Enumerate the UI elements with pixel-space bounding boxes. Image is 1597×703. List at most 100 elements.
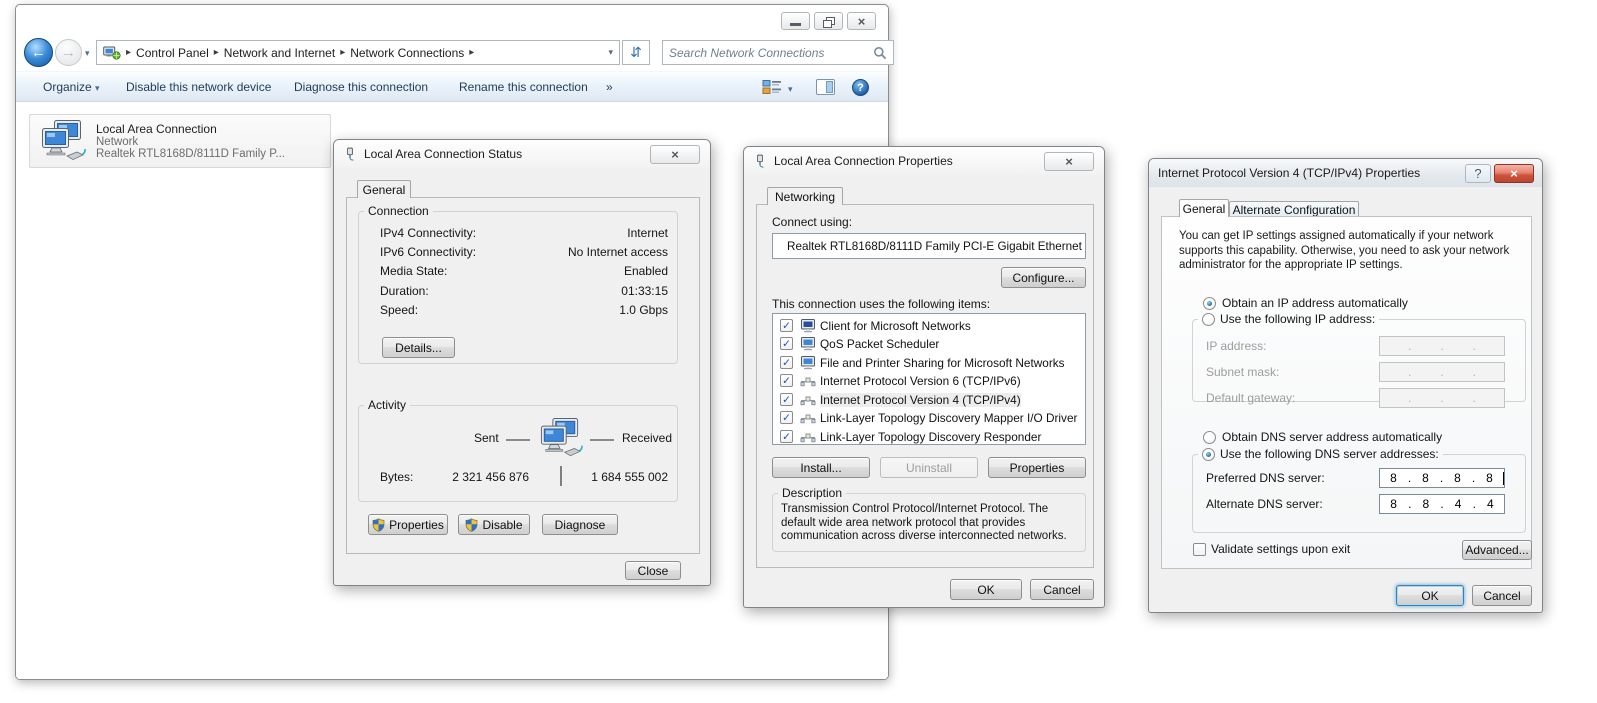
activity-computers-icon [540, 418, 583, 457]
sent-leader-line [506, 439, 530, 441]
properties-button[interactable]: Properties [368, 514, 448, 535]
dialog-close-button[interactable]: × [650, 145, 700, 164]
dialog-title: Local Area Connection Status [364, 147, 523, 161]
forward-button[interactable]: → [55, 39, 82, 66]
organize-button[interactable]: Organize ▾ [43, 80, 100, 94]
refresh-button[interactable]: ⇵ [622, 40, 650, 65]
item-properties-button[interactable]: Properties [988, 457, 1086, 478]
description-group: Description Transmission Control Protoco… [772, 486, 1086, 552]
dialog-close-button[interactable]: × [1044, 152, 1094, 171]
item-checkbox[interactable]: ✓ [780, 356, 793, 369]
network-computers-icon [42, 120, 86, 161]
items-list-label: This connection uses the following items… [772, 297, 991, 311]
breadcrumb-arrow-icon: ▸ [469, 47, 475, 58]
configure-button[interactable]: Configure... [1001, 267, 1086, 288]
preferred-dns-input[interactable]: 8.8.8.8 [1379, 468, 1505, 488]
obtain-dns-radio[interactable] [1203, 431, 1216, 444]
client-icon [801, 319, 815, 333]
validate-checkbox[interactable] [1193, 543, 1206, 556]
views-caret-icon[interactable]: ▾ [788, 84, 793, 95]
item-checkbox[interactable]: ✓ [780, 319, 793, 332]
list-item[interactable]: ✓ Link-Layer Topology Discovery Mapper I… [776, 409, 1082, 427]
install-button[interactable]: Install... [772, 457, 870, 478]
breadcrumb-item-network-and-internet[interactable]: Network and Internet [224, 46, 335, 60]
dialog-title: Local Area Connection Properties [774, 154, 953, 168]
command-diagnose-connection[interactable]: Diagnose this connection [294, 80, 428, 94]
item-checkbox[interactable]: ✓ [780, 374, 793, 387]
status-row-label: IPv4 Connectivity: [380, 226, 477, 240]
minimize-button[interactable] [781, 12, 810, 30]
toolbar-overflow-chevron[interactable]: » [606, 80, 613, 94]
list-item[interactable]: ✓ File and Printer Sharing for Microsoft… [776, 354, 1082, 372]
dialog-help-button[interactable]: ? [1465, 164, 1491, 183]
alternate-dns-label: Alternate DNS server: [1206, 497, 1323, 511]
item-label: Client for Microsoft Networks [820, 319, 971, 333]
tab-general[interactable]: General [1179, 199, 1229, 217]
command-rename-connection[interactable]: Rename this connection [459, 80, 588, 94]
dialog-close-button[interactable]: × [1494, 164, 1534, 183]
status-dialog-titlebar: Local Area Connection Status × [334, 140, 710, 168]
connection-group-label: Connection [368, 204, 429, 218]
search-input[interactable] [669, 45, 869, 60]
list-item[interactable]: ✓ Client for Microsoft Networks [776, 317, 1082, 335]
ok-button[interactable]: OK [1396, 585, 1464, 606]
item-checkbox[interactable]: ✓ [780, 411, 793, 424]
use-dns-radio[interactable] [1202, 448, 1215, 461]
address-bar[interactable]: ▸ Control Panel ▸ Network and Internet ▸… [96, 40, 620, 65]
help-icon: ? [1474, 166, 1482, 181]
history-dropdown[interactable]: ▾ [85, 48, 90, 59]
use-dns-label: Use the following DNS server addresses: [1220, 447, 1439, 461]
ipv4-dialog-titlebar: Internet Protocol Version 4 (TCP/IPv4) P… [1149, 159, 1542, 187]
network-location-icon [103, 46, 121, 60]
breadcrumb-item-control-panel[interactable]: Control Panel [136, 46, 209, 60]
list-item[interactable]: ✓ Link-Layer Topology Discovery Responde… [776, 428, 1082, 446]
views-button-icon[interactable] [762, 79, 782, 95]
alternate-dns-input[interactable]: 8.8.4.4 [1379, 494, 1505, 514]
diagnose-button[interactable]: Diagnose [542, 514, 618, 535]
tab-alternate-configuration[interactable]: Alternate Configuration [1229, 201, 1359, 217]
network-plug-icon [347, 147, 354, 161]
forward-arrow-icon: → [61, 44, 76, 61]
use-ip-radio[interactable] [1202, 313, 1215, 326]
tab-networking[interactable]: Networking [767, 187, 843, 205]
list-item[interactable]: ✓ Internet Protocol Version 6 (TCP/IPv6) [776, 372, 1082, 390]
breadcrumb-item-network-connections[interactable]: Network Connections [350, 46, 464, 60]
properties-dialog: Local Area Connection Properties × Netwo… [743, 146, 1105, 608]
preview-pane-button[interactable] [816, 79, 835, 95]
properties-dialog-titlebar: Local Area Connection Properties × [744, 147, 1104, 175]
list-item-selected[interactable]: ✓ Internet Protocol Version 4 (TCP/IPv4) [776, 391, 1082, 409]
item-label: File and Printer Sharing for Microsoft N… [820, 356, 1065, 370]
close-button[interactable]: × [847, 12, 876, 30]
close-button[interactable]: Close [625, 561, 681, 580]
use-dns-group: Use the following DNS server addresses: [1192, 447, 1526, 533]
item-checkbox[interactable]: ✓ [780, 393, 793, 406]
advanced-button[interactable]: Advanced... [1462, 540, 1532, 560]
obtain-ip-radio[interactable] [1203, 297, 1216, 310]
connection-tile[interactable]: Local Area Connection Network Realtek RT… [29, 114, 331, 168]
item-checkbox[interactable]: ✓ [780, 337, 793, 350]
breadcrumb-arrow-icon: ▸ [213, 47, 219, 58]
disable-button[interactable]: Disable [458, 514, 530, 535]
obtain-ip-label: Obtain an IP address automatically [1222, 296, 1408, 310]
address-dropdown-caret[interactable]: ▾ [608, 47, 613, 58]
help-button[interactable]: ? [852, 79, 869, 96]
cancel-button[interactable]: Cancel [1030, 579, 1094, 600]
command-disable-device[interactable]: Disable this network device [126, 80, 271, 94]
dialog-title: Internet Protocol Version 4 (TCP/IPv4) P… [1158, 166, 1421, 180]
tab-general[interactable]: General [357, 180, 411, 198]
details-button[interactable]: Details... [382, 337, 455, 358]
connection-network: Network [96, 136, 139, 148]
back-button[interactable]: ← [24, 38, 53, 67]
list-item[interactable]: ✓ QoS Packet Scheduler [776, 335, 1082, 353]
received-label: Received [622, 431, 673, 445]
ok-button[interactable]: OK [950, 579, 1022, 600]
items-list[interactable]: ✓ Client for Microsoft Networks ✓ QoS Pa… [772, 313, 1086, 445]
cancel-button[interactable]: Cancel [1472, 585, 1532, 606]
item-label: Link-Layer Topology Discovery Mapper I/O… [820, 411, 1078, 425]
search-icon[interactable] [873, 46, 887, 60]
item-checkbox[interactable]: ✓ [780, 430, 793, 443]
uninstall-button[interactable]: Uninstall [880, 457, 978, 478]
maximize-button[interactable] [814, 12, 843, 30]
item-label: Internet Protocol Version 4 (TCP/IPv4) [820, 393, 1021, 407]
back-arrow-icon: ← [31, 44, 46, 61]
